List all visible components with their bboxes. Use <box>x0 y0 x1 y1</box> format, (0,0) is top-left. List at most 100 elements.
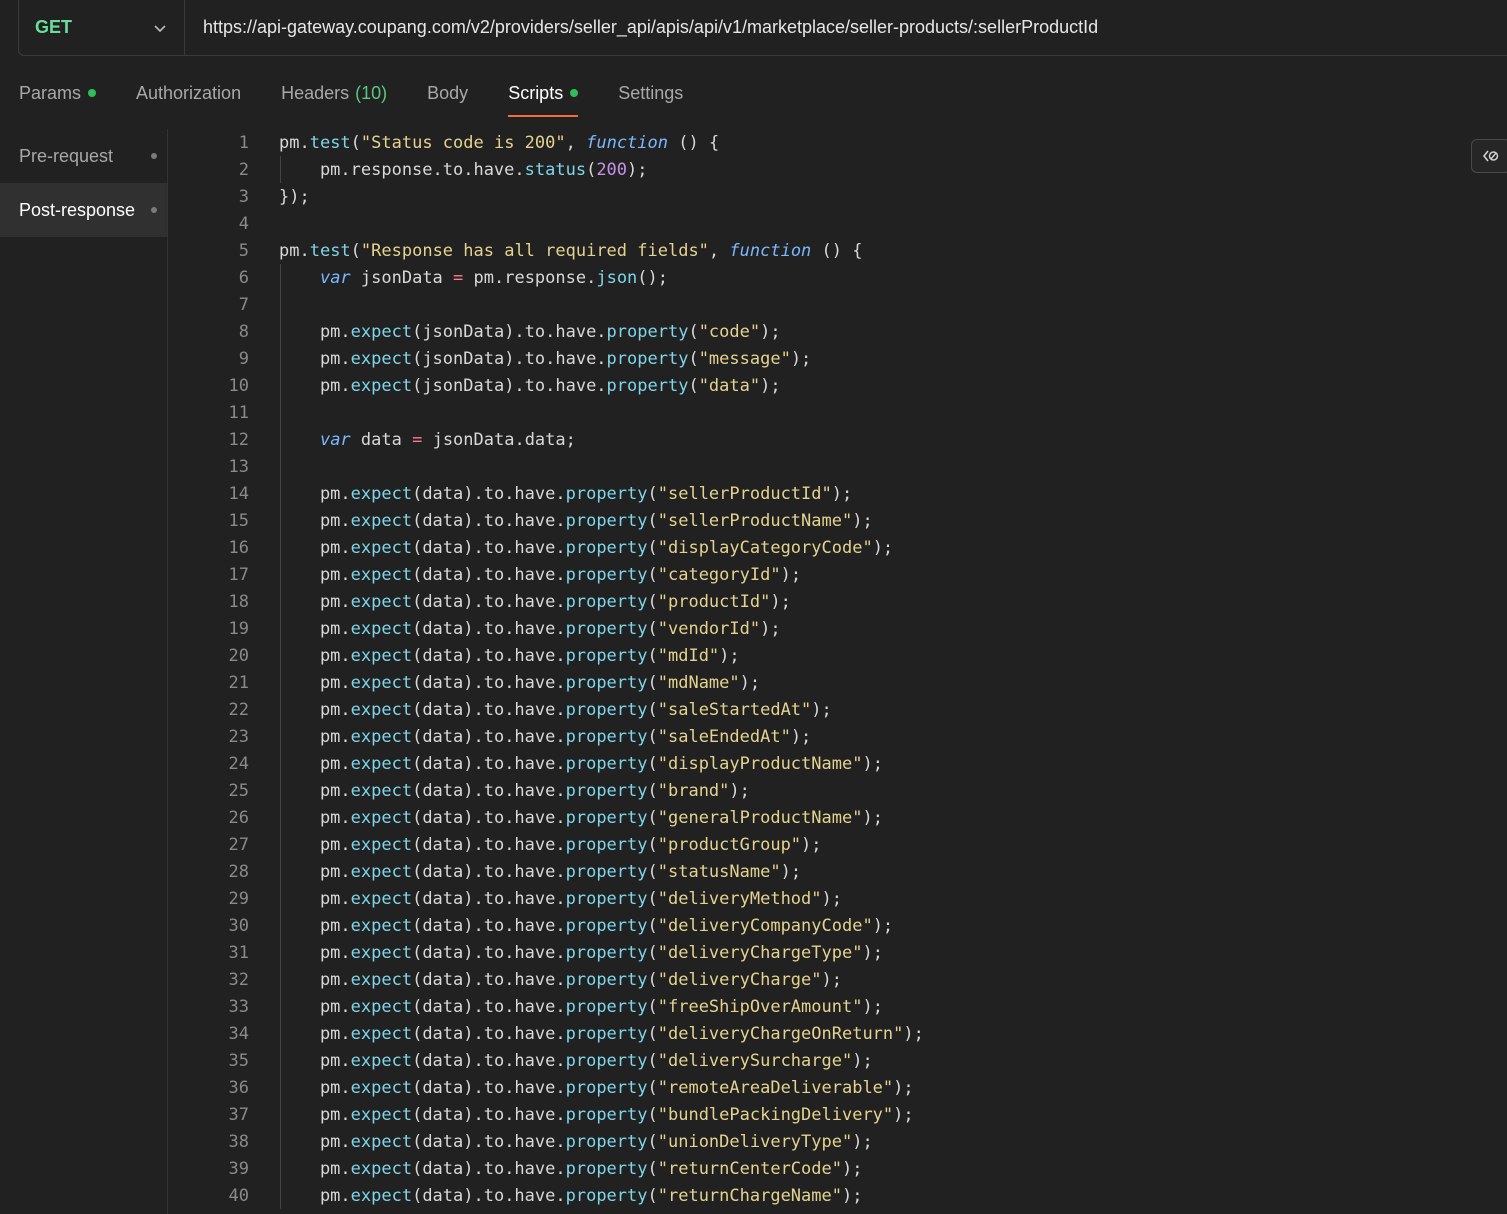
code-line: 9 pm.expect(jsonData).to.have.property("… <box>168 345 812 372</box>
code-editor[interactable]: 1 pm.test("Status code is 200", function … <box>168 129 1507 1214</box>
code-line: 18 pm.expect(data).to.have.property("pro… <box>168 588 791 615</box>
code-line: 15 pm.expect(data).to.have.property("sel… <box>168 507 873 534</box>
method-select[interactable]: GET <box>19 0 185 55</box>
code-text: pm.expect(data).to.have.property("displa… <box>279 537 894 558</box>
line-number: 36 <box>228 1077 249 1098</box>
line-number: 21 <box>228 672 249 693</box>
code-text: pm.expect(data).to.have.property("saleEn… <box>279 726 812 747</box>
line-number: 14 <box>228 483 249 504</box>
code-text: pm.expect(data).to.have.property("seller… <box>279 483 853 504</box>
code-line: 4 <box>168 210 279 237</box>
code-line: 32 pm.expect(data).to.have.property("del… <box>168 966 842 993</box>
code-line: 13 <box>168 453 279 480</box>
code-line: 10 pm.expect(jsonData).to.have.property(… <box>168 372 781 399</box>
code-line: 30 pm.expect(data).to.have.property("del… <box>168 912 894 939</box>
tab-params[interactable]: Params <box>19 78 97 108</box>
code-line: 29 pm.expect(data).to.have.property("del… <box>168 885 842 912</box>
line-number: 4 <box>238 213 249 234</box>
code-line: 5 pm.test("Response has all required fiel… <box>168 237 863 264</box>
snippet-icon <box>1482 150 1499 162</box>
line-number: 2 <box>238 159 249 180</box>
code-line: 26 pm.expect(data).to.have.property("gen… <box>168 804 883 831</box>
line-number: 31 <box>228 942 249 963</box>
code-text: pm.expect(data).to.have.property("delive… <box>279 942 883 963</box>
line-number: 17 <box>228 564 249 585</box>
tab-body[interactable]: Body <box>427 78 468 108</box>
code-text: pm.expect(data).to.have.property("return… <box>279 1185 863 1206</box>
code-text: }); <box>279 186 310 207</box>
line-number: 13 <box>228 456 249 477</box>
code-text: pm.expect(data).to.have.property("delive… <box>279 969 842 990</box>
line-number: 32 <box>228 969 249 990</box>
line-number: 35 <box>228 1050 249 1071</box>
tab-scripts-label: Scripts <box>508 82 564 103</box>
scripts-status-dot <box>570 89 579 97</box>
code-text: pm.expect(data).to.have.property("mdId")… <box>279 645 740 666</box>
line-number: 22 <box>228 699 249 720</box>
code-text: pm.test("Status code is 200", function (… <box>279 132 720 153</box>
request-url-bar: GET <box>18 0 1507 56</box>
line-number: 19 <box>228 618 249 639</box>
script-type-sidebar: Pre-request Post-response <box>0 129 168 1214</box>
url-input[interactable] <box>185 0 1507 55</box>
line-number: 24 <box>228 753 249 774</box>
tab-settings[interactable]: Settings <box>618 78 683 108</box>
tab-headers[interactable]: Headers (10) <box>281 78 387 108</box>
code-text: pm.expect(data).to.have.property("mdName… <box>279 672 761 693</box>
code-line: 35 pm.expect(data).to.have.property("del… <box>168 1047 873 1074</box>
code-text: pm.expect(data).to.have.property("saleSt… <box>279 699 832 720</box>
code-line: 27 pm.expect(data).to.have.property("pro… <box>168 831 822 858</box>
code-text: pm.expect(data).to.have.property("displa… <box>279 753 883 774</box>
line-number: 27 <box>228 834 249 855</box>
code-text: pm.expect(data).to.have.property("bundle… <box>279 1104 914 1125</box>
code-text: pm.expect(data).to.have.property("status… <box>279 861 802 882</box>
tab-scripts[interactable]: Scripts <box>508 78 579 117</box>
code-text: pm.expect(data).to.have.property("catego… <box>279 564 802 585</box>
line-number: 5 <box>238 240 249 261</box>
line-number: 37 <box>228 1104 249 1125</box>
line-number: 25 <box>228 780 249 801</box>
line-number: 12 <box>228 429 249 450</box>
code-text: var jsonData = pm.response.json(); <box>319 267 669 288</box>
line-number: 8 <box>238 321 249 342</box>
tab-authorization[interactable]: Authorization <box>136 78 241 108</box>
code-text: pm.response.to.have.status(200); <box>279 159 648 180</box>
code-line: 19 pm.expect(data).to.have.property("ven… <box>168 615 781 642</box>
line-number: 16 <box>228 537 249 558</box>
tab-headers-label: Headers <box>281 82 350 103</box>
code-text: var data = jsonData.data; <box>319 429 576 450</box>
indent-guide <box>280 156 281 183</box>
sidebar-item-post-response[interactable]: Post-response <box>0 183 167 237</box>
code-text: pm.expect(data).to.have.property("delive… <box>279 1050 873 1071</box>
code-line: 16 pm.expect(data).to.have.property("dis… <box>168 534 894 561</box>
code-line: 25 pm.expect(data).to.have.property("bra… <box>168 777 750 804</box>
headers-count: (10) <box>355 82 388 103</box>
code-text: pm.expect(data).to.have.property("freeSh… <box>279 996 883 1017</box>
code-text: pm.expect(data).to.have.property("seller… <box>279 510 873 531</box>
code-text: pm.expect(jsonData).to.have.property("co… <box>279 321 781 342</box>
line-number: 30 <box>228 915 249 936</box>
params-status-dot <box>88 89 97 97</box>
line-number: 15 <box>228 510 249 531</box>
code-line: 31 pm.expect(data).to.have.property("del… <box>168 939 883 966</box>
code-line: 7 <box>168 291 279 318</box>
code-line: 23 pm.expect(data).to.have.property("sal… <box>168 723 812 750</box>
code-line: 39 pm.expect(data).to.have.property("ret… <box>168 1155 863 1182</box>
code-text: pm.expect(data).to.have.property("produc… <box>279 834 822 855</box>
method-label: GET <box>35 17 73 37</box>
tab-settings-label: Settings <box>618 82 684 103</box>
snippet-toggle-button[interactable] <box>1471 139 1507 173</box>
code-line: 22 pm.expect(data).to.have.property("sal… <box>168 696 832 723</box>
line-number: 18 <box>228 591 249 612</box>
code-line: 12 var data = jsonData.data; <box>168 426 576 453</box>
line-number: 10 <box>228 375 249 396</box>
code-line: 28 pm.expect(data).to.have.property("sta… <box>168 858 802 885</box>
code-line: 3}); <box>168 183 310 210</box>
sidebar-item-pre-request[interactable]: Pre-request <box>0 129 167 183</box>
code-line: 14 pm.expect(data).to.have.property("sel… <box>168 480 853 507</box>
code-line: 34 pm.expect(data).to.have.property("del… <box>168 1020 924 1047</box>
code-line: 21 pm.expect(data).to.have.property("mdN… <box>168 669 761 696</box>
line-number: 20 <box>228 645 249 666</box>
line-number: 34 <box>228 1023 249 1044</box>
line-number: 1 <box>238 132 249 153</box>
